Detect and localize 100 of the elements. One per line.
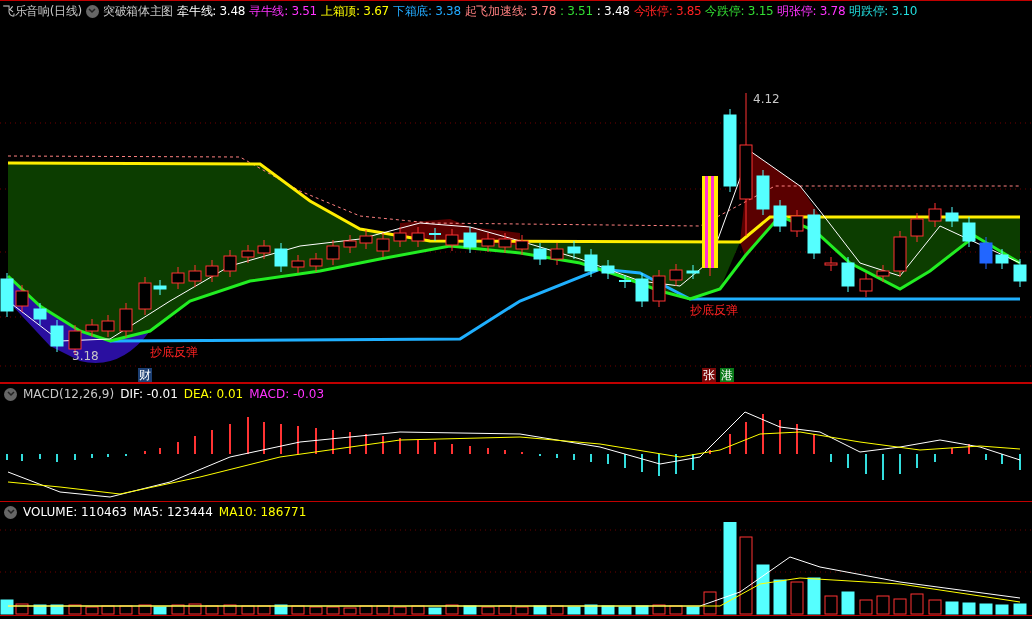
candlestick bbox=[33, 302, 47, 326]
candlestick bbox=[859, 272, 873, 298]
candlestick bbox=[343, 234, 357, 254]
volume-bar bbox=[153, 606, 167, 615]
candlestick bbox=[257, 239, 271, 260]
indicator-value: MACD(12,26,9) bbox=[23, 386, 115, 403]
volume-bar bbox=[138, 604, 152, 615]
candlestick bbox=[428, 227, 442, 242]
candlestick bbox=[601, 259, 615, 280]
collapse-icon[interactable] bbox=[4, 505, 17, 519]
signal-label: 抄底反弹 bbox=[150, 345, 198, 359]
candlestick bbox=[807, 208, 821, 260]
candlestick bbox=[652, 269, 666, 308]
candlestick bbox=[841, 256, 855, 293]
candlestick bbox=[824, 256, 838, 272]
event-badge[interactable]: 财 bbox=[138, 368, 152, 382]
volume-bar bbox=[257, 605, 271, 615]
volume-bar bbox=[584, 604, 598, 615]
candlestick bbox=[171, 266, 185, 290]
volume-bar bbox=[1013, 603, 1027, 615]
volume-bar bbox=[376, 605, 390, 615]
candlestick bbox=[50, 319, 64, 353]
volume-bar bbox=[205, 605, 219, 615]
volume-bar bbox=[359, 605, 373, 615]
volume-bar bbox=[85, 606, 99, 615]
collapse-icon[interactable] bbox=[4, 387, 17, 401]
volume-bar bbox=[393, 606, 407, 615]
candlestick bbox=[274, 242, 288, 273]
volume-bar bbox=[756, 564, 770, 615]
volume-bar bbox=[841, 591, 855, 615]
volume-bar bbox=[824, 595, 838, 615]
candlestick bbox=[411, 226, 425, 248]
volume-bar bbox=[859, 599, 873, 615]
indicator-value: DEA: 0.01 bbox=[183, 386, 244, 403]
volume-bar bbox=[481, 606, 495, 615]
volume-bar bbox=[807, 577, 821, 615]
low-price-label: 3.18 bbox=[72, 349, 99, 363]
volume-bar bbox=[686, 606, 700, 615]
indicator-value: 牵牛线: 3.48 bbox=[177, 3, 246, 20]
volume-bar bbox=[119, 605, 133, 615]
candlestick bbox=[326, 239, 340, 266]
candlestick bbox=[635, 272, 649, 308]
volume-bar bbox=[515, 606, 529, 615]
stock-title: 飞乐音响(日线) bbox=[3, 3, 82, 20]
candlestick bbox=[101, 314, 115, 338]
candlestick bbox=[618, 274, 632, 289]
volume-bar bbox=[101, 605, 115, 615]
candlestick bbox=[85, 318, 99, 338]
event-badge[interactable]: 张 bbox=[702, 368, 716, 382]
volume-bar bbox=[223, 604, 237, 615]
volume-bar bbox=[188, 603, 202, 615]
volume-bar bbox=[291, 605, 305, 615]
volume-bar bbox=[773, 579, 787, 615]
event-badge[interactable]: 港 bbox=[720, 368, 734, 382]
volume-bar bbox=[171, 604, 185, 615]
signal-label: 抄底反弹 bbox=[690, 303, 738, 317]
candlestick bbox=[291, 254, 305, 274]
volume-bar bbox=[995, 604, 1009, 615]
candlestick bbox=[928, 202, 942, 228]
high-price-label: 4.12 bbox=[753, 92, 780, 106]
candlestick bbox=[876, 264, 890, 283]
volume-bar bbox=[669, 605, 683, 615]
candlestick bbox=[773, 199, 787, 233]
volume-bar bbox=[33, 604, 47, 615]
volume-bar bbox=[893, 598, 907, 615]
volume-bar bbox=[790, 581, 804, 615]
candlestick bbox=[241, 244, 255, 264]
volume-bar bbox=[652, 604, 666, 615]
volume-bar bbox=[979, 603, 993, 615]
volume-bar bbox=[241, 605, 255, 615]
volume-bar bbox=[962, 602, 976, 615]
candlestick bbox=[584, 248, 598, 278]
indicator-value: 明跌停: 3.10 bbox=[849, 3, 918, 20]
volume-bar bbox=[50, 604, 64, 615]
candlestick bbox=[463, 226, 477, 254]
volume-bar bbox=[343, 607, 357, 615]
candlestick bbox=[962, 216, 976, 248]
dropdown-icon[interactable] bbox=[85, 4, 99, 18]
volume-bar bbox=[533, 605, 547, 615]
candlestick bbox=[995, 248, 1009, 270]
indicator-value: : 3.48 bbox=[596, 3, 630, 20]
candlestick bbox=[223, 249, 237, 278]
volume-bar bbox=[618, 606, 632, 615]
volume-bar bbox=[326, 606, 340, 615]
indicator-name: 突破箱体主图 bbox=[102, 3, 174, 20]
volume-bar bbox=[68, 604, 82, 615]
volume-bar bbox=[550, 605, 564, 615]
candlestick bbox=[790, 209, 804, 238]
candlestick bbox=[205, 259, 219, 283]
volume-bar bbox=[945, 601, 959, 615]
indicator-value: 寻牛线: 3.51 bbox=[249, 3, 317, 20]
candlestick bbox=[481, 232, 495, 253]
indicator-value: 上箱顶: 3.67 bbox=[320, 3, 389, 20]
candlestick bbox=[567, 240, 581, 260]
volume-bar bbox=[15, 603, 29, 615]
volume-bar bbox=[601, 605, 615, 615]
candlestick bbox=[910, 212, 924, 243]
indicator-value: : 3.51 bbox=[560, 3, 593, 20]
indicator-value: 明张停: 3.78 bbox=[777, 3, 846, 20]
candlestick bbox=[945, 206, 959, 228]
